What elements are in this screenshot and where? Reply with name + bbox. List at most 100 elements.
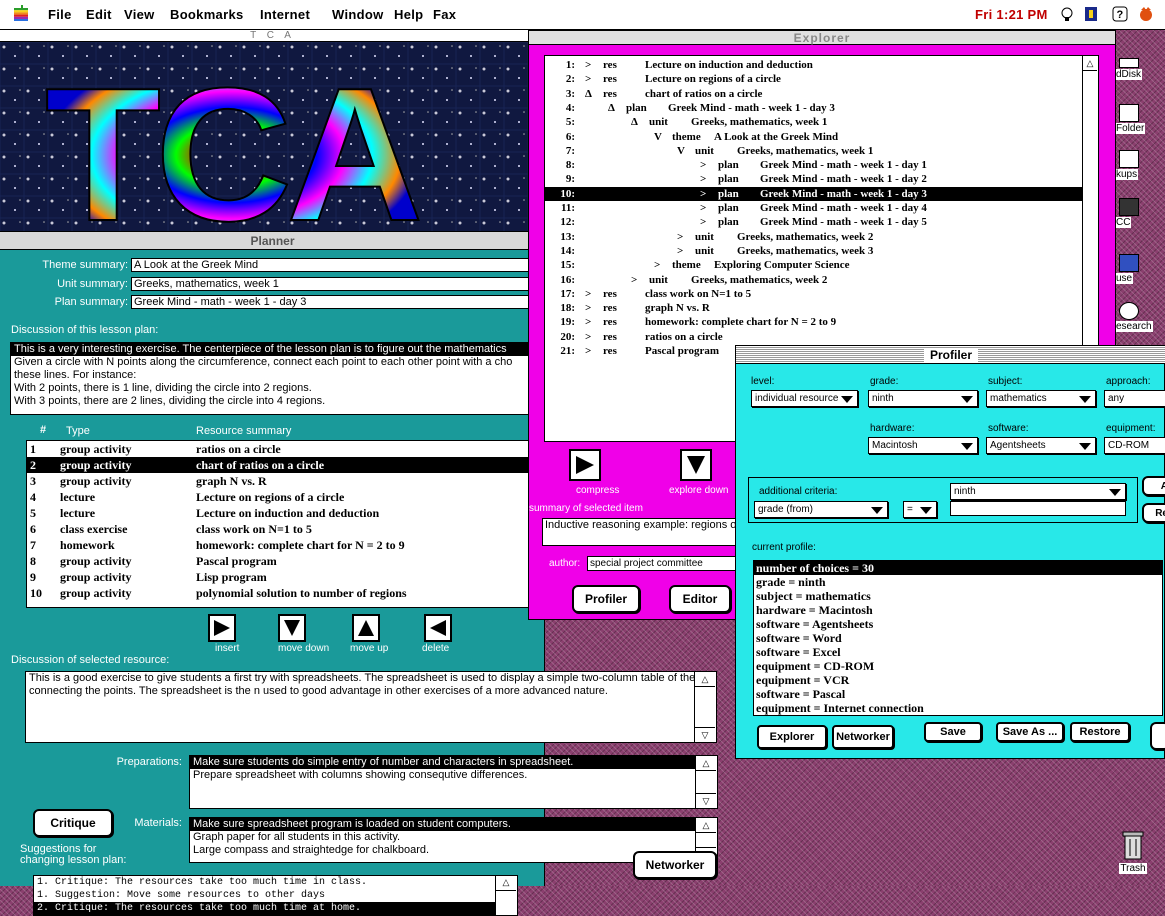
operator-select[interactable]: = [903, 501, 937, 518]
tree-row[interactable]: 17: > res class work on N=1 to 5 [545, 287, 1085, 301]
clock[interactable]: Fri 1:21 PM [975, 7, 1048, 22]
profile-item[interactable]: software = Pascal [754, 687, 1162, 701]
profile-item[interactable]: software = Word [754, 631, 1162, 645]
grade-select[interactable]: ninth [868, 390, 978, 407]
hardware-select[interactable]: Macintosh [868, 437, 978, 454]
tree-row[interactable]: 16: > unit Greeks, mathematics, week 2 [545, 273, 1085, 287]
scroll-down-icon[interactable]: ▽ [696, 793, 716, 808]
profile-item[interactable]: software = Agentsheets [754, 617, 1162, 631]
research-icon[interactable]: esearch [1115, 302, 1165, 332]
scroll-up-icon[interactable]: △ [696, 756, 716, 771]
table-row[interactable]: 1 group activity ratios on a circle [27, 441, 544, 457]
theme-summary-field[interactable]: A Look at the Greek Mind [131, 258, 545, 272]
preparations-scrollbar[interactable]: △ ▽ [695, 756, 717, 808]
folder-icon[interactable]: Folder [1115, 104, 1165, 134]
menu-edit[interactable]: Edit [86, 7, 112, 22]
scroll-up-icon[interactable]: △ [695, 672, 715, 687]
suggestion-item[interactable]: 1. Critique: The resources take too much… [34, 876, 517, 889]
scroll-down-icon[interactable]: ▽ [695, 727, 715, 742]
approach-select[interactable]: any [1104, 390, 1165, 407]
tree-row[interactable]: 20: > res ratios on a circle [545, 330, 1085, 344]
delete-button[interactable] [424, 614, 452, 642]
speaker-icon[interactable] [1060, 6, 1074, 25]
add-criteria-button[interactable]: A [1142, 476, 1165, 496]
tree-row[interactable]: 2: > res Lecture on regions of a circle [545, 72, 1085, 86]
resource-scrollbar[interactable]: △ ▽ [694, 672, 716, 742]
help-icon[interactable]: ? [1112, 6, 1128, 25]
move-up-button[interactable] [352, 614, 380, 642]
preparations-text[interactable]: Make sure students do simple entry of nu… [189, 755, 718, 809]
table-row[interactable]: 10 group activity polynomial solution to n… [27, 585, 544, 601]
extra-button[interactable] [1150, 722, 1165, 750]
tree-row[interactable]: 19: > res homework: complete chart for N = … [545, 315, 1085, 329]
table-row[interactable]: 2 group activity chart of ratios on a circ… [27, 457, 544, 473]
tree-row[interactable]: 1: > res Lecture on induction and deduction [545, 58, 1085, 72]
menu-fax[interactable]: Fax [433, 7, 456, 22]
additional-value-select[interactable]: ninth [950, 483, 1126, 500]
tree-row[interactable]: 7: Vunit Greeks, mathematics, week 1 [545, 144, 1085, 158]
menu-help[interactable]: Help [394, 7, 423, 22]
move-down-button[interactable] [278, 614, 306, 642]
application-icon[interactable] [1083, 6, 1099, 25]
explore-down-button[interactable] [680, 449, 712, 481]
subject-select[interactable]: mathematics [986, 390, 1096, 407]
browser-icon[interactable] [1138, 6, 1154, 25]
networker-button-profiler[interactable]: Networker [832, 725, 894, 749]
resource-table[interactable]: 1 group activity ratios on a circle 2 group … [26, 440, 545, 608]
profile-item[interactable]: subject = mathematics [754, 589, 1162, 603]
editor-button[interactable]: Editor [669, 585, 731, 613]
current-profile-list[interactable]: number of choices = 30 grade = ninth subje… [753, 560, 1163, 716]
tree-row[interactable]: 3: Δres chart of ratios on a circle [545, 87, 1085, 101]
scroll-up-icon[interactable]: △ [1083, 56, 1097, 71]
restore-button[interactable]: Restore [1070, 722, 1130, 742]
tree-row[interactable]: 4: Δplan Greek Mind - math - week 1 - day … [545, 101, 1085, 115]
menu-file[interactable]: File [48, 7, 72, 22]
profile-item[interactable]: software = Excel [754, 645, 1162, 659]
save-as-button[interactable]: Save As ... [996, 722, 1064, 742]
menu-bookmarks[interactable]: Bookmarks [170, 7, 244, 22]
tree-row[interactable]: 5: Δunit Greeks, mathematics, week 1 [545, 115, 1085, 129]
profile-item[interactable]: equipment = Internet connection [754, 701, 1162, 715]
tree-row[interactable]: 9: > plan Greek Mind - math - week 1 - day … [545, 172, 1085, 186]
house-icon[interactable]: use [1115, 254, 1165, 284]
table-row[interactable]: 8 group activity Pascal program [27, 553, 544, 569]
menu-internet[interactable]: Internet [260, 7, 310, 22]
selected-resource-text[interactable]: This is a good exercise to give students… [25, 671, 717, 743]
menu-window[interactable]: Window [332, 7, 384, 22]
tree-row[interactable]: 6: Vtheme A Look at the Greek Mind [545, 130, 1085, 144]
tree-row[interactable]: 10: > plan Greek Mind - math - week 1 - day… [545, 186, 1085, 201]
plan-summary-field[interactable]: Greek Mind - math - week 1 - day 3 [131, 295, 545, 309]
equipment-select[interactable]: CD-ROM [1104, 437, 1165, 454]
profiler-button[interactable]: Profiler [572, 585, 640, 613]
software-select[interactable]: Agentsheets [986, 437, 1096, 454]
tree-row[interactable]: 14: > unit Greeks, mathematics, week 3 [545, 244, 1085, 258]
tree-row[interactable]: 13: > unit Greeks, mathematics, week 2 [545, 230, 1085, 244]
profile-item[interactable]: grade = ninth [754, 575, 1162, 589]
tree-row[interactable]: 15: > theme Exploring Computer Science [545, 258, 1085, 272]
criteria-text-input[interactable] [950, 501, 1126, 516]
disk-icon[interactable]: dDisk [1115, 58, 1165, 80]
scroll-up-icon[interactable]: △ [696, 818, 716, 833]
criteria-field-select[interactable]: grade (from) [754, 501, 888, 518]
networker-button[interactable]: Networker [633, 851, 717, 879]
suggestion-item[interactable]: 2. Critique: The resources take too much… [34, 902, 502, 915]
profile-item[interactable]: hardware = Macintosh [754, 603, 1162, 617]
remove-criteria-button[interactable]: Re [1142, 503, 1165, 523]
tree-row[interactable]: 8: > plan Greek Mind - math - week 1 - day … [545, 158, 1085, 172]
insert-button[interactable] [208, 614, 236, 642]
table-row[interactable]: 4 lecture Lecture on regions of a circle [27, 489, 544, 505]
cc-app-icon[interactable]: CC [1115, 198, 1165, 228]
scroll-up-icon[interactable]: △ [496, 876, 516, 891]
suggestion-item[interactable]: 1. Suggestion: Move some resources to ot… [34, 889, 517, 902]
tree-row[interactable]: 11: > plan Greek Mind - math - week 1 - day… [545, 201, 1085, 215]
apple-icon[interactable] [14, 5, 28, 24]
compress-button[interactable] [569, 449, 601, 481]
save-button[interactable]: Save [924, 722, 982, 742]
table-row[interactable]: 5 lecture Lecture on induction and deducti… [27, 505, 544, 521]
backups-icon[interactable]: kups [1115, 150, 1165, 180]
critique-button[interactable]: Critique [33, 809, 113, 837]
suggestions-list[interactable]: 1. Critique: The resources take too much… [33, 875, 518, 916]
menu-view[interactable]: View [124, 7, 155, 22]
explorer-button[interactable]: Explorer [757, 725, 827, 749]
table-row[interactable]: 9 group activity Lisp program [27, 569, 544, 585]
